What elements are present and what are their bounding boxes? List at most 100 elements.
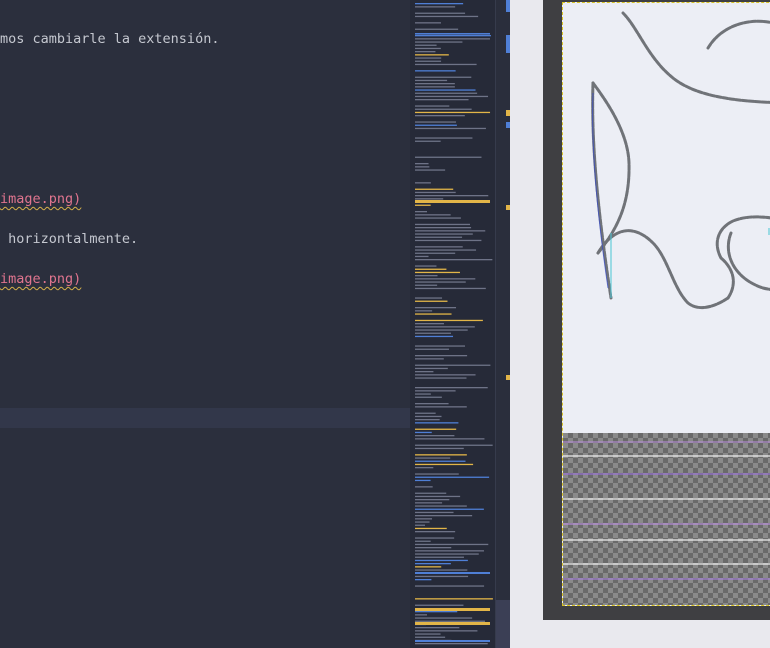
minimap-line [415, 508, 484, 510]
minimap-line [415, 249, 477, 251]
minimap-line [415, 127, 486, 130]
minimap-line [415, 527, 447, 530]
image-link[interactable]: image.png) [0, 270, 81, 288]
minimap-line [415, 230, 486, 232]
minimap-line [415, 479, 431, 482]
minimap-line [415, 99, 469, 101]
minimap-line [415, 227, 472, 229]
minimap-line [415, 636, 446, 638]
minimap-line [415, 57, 442, 59]
minimap-line [415, 195, 489, 197]
minimap-line [415, 550, 484, 552]
minimap-line [415, 390, 456, 392]
minimap-line [415, 412, 436, 414]
minimap-line [415, 447, 464, 450]
minimap-line [415, 6, 456, 8]
minimap-line [415, 310, 433, 312]
image-link[interactable]: image.png) [0, 190, 81, 208]
minimap-line [415, 217, 461, 219]
vertical-scrollbar[interactable] [495, 0, 511, 648]
glitch-line [563, 539, 770, 541]
minimap-line [415, 140, 441, 142]
minimap-line [415, 3, 464, 5]
minimap-line [415, 460, 466, 462]
minimap-line [415, 51, 436, 53]
markdown-editor[interactable]: mos cambiarle la extensión. image.png) h… [0, 0, 410, 648]
image-canvas[interactable] [562, 2, 770, 606]
minimap-line [415, 335, 454, 338]
minimap-line [415, 547, 452, 549]
glitch-line [563, 523, 770, 525]
minimap-line [415, 502, 443, 504]
minimap-highlight [415, 608, 490, 611]
minimap-line [415, 300, 448, 302]
minimap-highlight [415, 572, 490, 574]
glitch-line [563, 455, 770, 457]
minimap-line [415, 415, 442, 418]
glitch-line [563, 441, 770, 443]
minimap-line [415, 22, 441, 24]
minimap-line [415, 28, 459, 30]
minimap-line [415, 435, 455, 437]
minimap-line [415, 377, 467, 379]
minimap-line [415, 86, 455, 88]
minimap[interactable] [410, 0, 495, 648]
minimap-line [415, 198, 444, 200]
minimap-line [415, 214, 451, 216]
minimap-line [415, 585, 485, 587]
minimap-line [415, 569, 468, 571]
minimap-line [415, 598, 493, 600]
drawing-strokes [591, 11, 770, 310]
image-viewer[interactable] [510, 0, 770, 648]
minimap-line [415, 473, 459, 475]
minimap-line [415, 422, 459, 424]
minimap-line [415, 575, 469, 578]
minimap-line [415, 265, 437, 267]
minimap-line [415, 105, 450, 107]
minimap-line [415, 531, 456, 533]
minimap-line [415, 70, 456, 72]
minimap-line [415, 79, 448, 82]
minimap-highlight [415, 200, 490, 203]
minimap-line [415, 259, 493, 261]
minimap-line [415, 355, 468, 357]
minimap-line [415, 297, 443, 299]
minimap-line [415, 463, 474, 466]
minimap-line [415, 223, 471, 226]
minimap-line [415, 191, 456, 194]
minimap-line [415, 348, 449, 350]
minimap-line [415, 579, 432, 581]
minimap-line [415, 83, 455, 85]
minimap-line [415, 121, 457, 123]
minimap-line [415, 499, 450, 501]
minimap-line [415, 521, 430, 523]
minimap-line [415, 486, 433, 488]
minimap-line [415, 374, 476, 376]
minimap-line [415, 92, 478, 94]
minimap-line [415, 431, 432, 434]
minimap-line [415, 406, 467, 408]
minimap-line [415, 124, 457, 126]
minimap-line [415, 233, 473, 235]
minimap-line [415, 188, 454, 190]
scrollbar-thumb[interactable] [496, 600, 510, 648]
minimap-line [415, 604, 464, 606]
minimap-line [415, 438, 485, 440]
minimap-line [415, 563, 451, 565]
minimap-line [415, 89, 476, 91]
minimap-line [415, 38, 490, 40]
minimap-line [415, 182, 431, 184]
minimap-line [415, 476, 490, 478]
minimap-line [415, 204, 431, 206]
minimap-line [415, 630, 478, 632]
minimap-line [415, 457, 451, 459]
minimap-line [415, 115, 465, 117]
minimap-line [415, 566, 442, 568]
minimap-line [415, 281, 466, 283]
editor-line-text[interactable]: mos cambiarle la extensión. [0, 30, 219, 48]
minimap-line [415, 111, 491, 114]
editor-line-text[interactable]: horizontalmente. [0, 230, 138, 248]
minimap-line [415, 211, 428, 213]
glitch-line [563, 578, 770, 580]
minimap-line [415, 255, 429, 258]
